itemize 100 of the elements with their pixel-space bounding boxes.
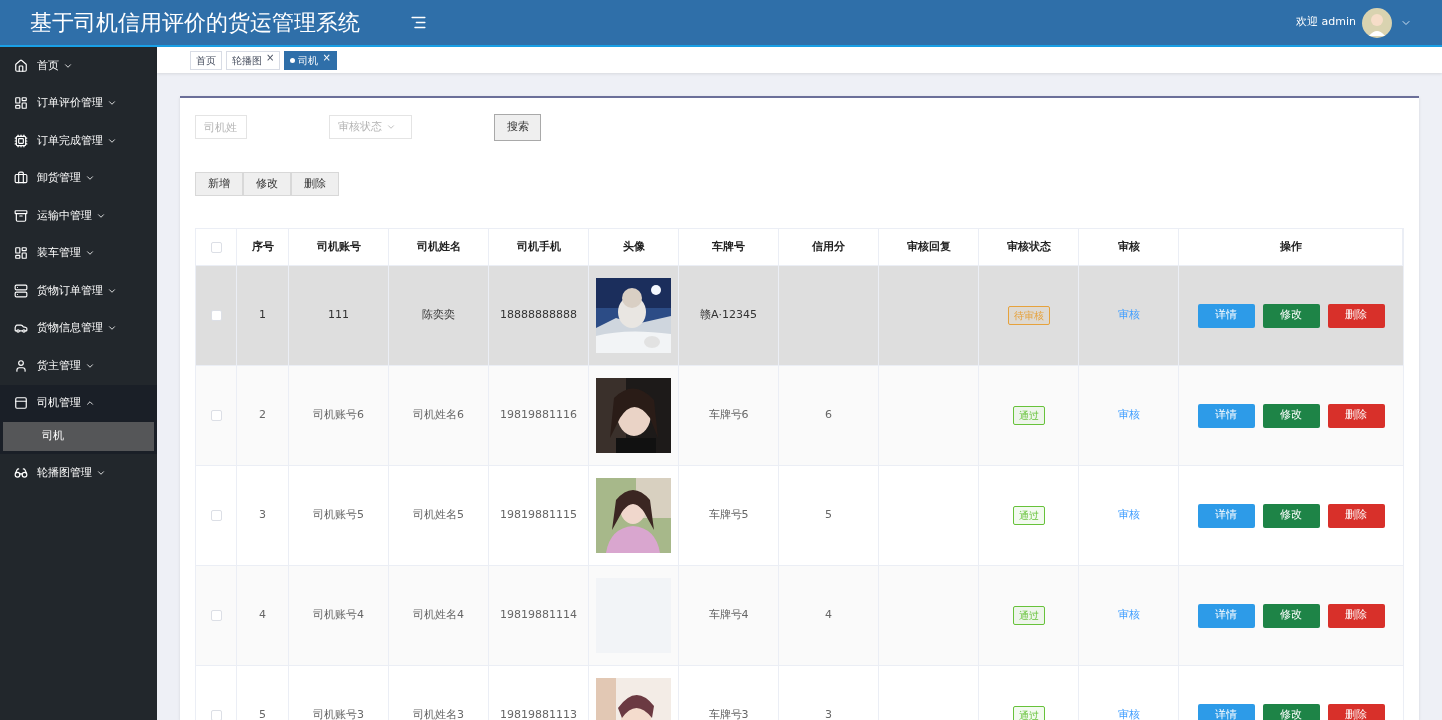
chevron-icon xyxy=(386,122,396,132)
sidebar-item[interactable]: 司机管理 xyxy=(0,384,157,422)
column-header: 司机账号 xyxy=(316,238,361,255)
action-button[interactable]: 修改 xyxy=(243,172,291,196)
delete-button[interactable]: 删除 xyxy=(1327,403,1385,428)
table-cell: 车牌号5 xyxy=(708,507,749,524)
status-tag: 通过 xyxy=(1012,706,1045,720)
layout-icon xyxy=(14,396,28,411)
table-cell: 5 xyxy=(259,707,266,720)
checkbox[interactable] xyxy=(210,510,222,521)
table-cell: 司机账号5 xyxy=(313,507,364,524)
status-tag: 通过 xyxy=(1012,606,1045,625)
table-cell: 19819881113 xyxy=(500,707,577,720)
review-link[interactable]: 审核 xyxy=(1117,607,1140,624)
tab[interactable]: 首页 xyxy=(190,50,222,70)
column-header: 司机手机 xyxy=(516,238,561,255)
archive-icon xyxy=(14,208,28,223)
checkbox[interactable] xyxy=(210,241,222,253)
table-cell: 司机账号3 xyxy=(313,707,364,720)
table-cell: 3 xyxy=(259,507,266,524)
name-search-field[interactable]: 司机姓 xyxy=(195,115,247,139)
app-title: 基于司机信用评价的货运管理系统 xyxy=(30,9,361,37)
table-cell: 陈奕奕 xyxy=(422,307,455,324)
home-icon xyxy=(14,58,28,73)
delete-button[interactable]: 删除 xyxy=(1327,603,1385,628)
table-cell: 4 xyxy=(259,607,266,624)
details-button[interactable]: 详情 xyxy=(1197,303,1255,328)
column-header: 车牌号 xyxy=(712,238,745,255)
sidebar-subitem[interactable]: 司机 xyxy=(3,422,154,451)
table-cell: 18888888888 xyxy=(500,307,577,324)
details-button[interactable]: 详情 xyxy=(1197,603,1255,628)
sidebar-item[interactable]: 订单评价管理 xyxy=(0,84,157,122)
edit-button[interactable]: 修改 xyxy=(1262,603,1320,628)
chip-icon xyxy=(14,133,28,148)
column-header: 操作 xyxy=(1279,238,1302,255)
column-header: 审核回复 xyxy=(906,238,951,255)
car-icon xyxy=(14,321,28,336)
action-button[interactable]: 删除 xyxy=(291,172,339,196)
table-cell: 19819881116 xyxy=(500,407,577,424)
tab[interactable]: 轮播图 × xyxy=(226,50,281,70)
dashboard-icon xyxy=(14,96,28,111)
table-cell: 111 xyxy=(328,307,349,324)
tab[interactable]: 司机 × xyxy=(284,50,337,70)
details-button[interactable]: 详情 xyxy=(1197,503,1255,528)
glasses-icon xyxy=(14,465,28,480)
checkbox[interactable] xyxy=(210,710,222,720)
checkbox[interactable] xyxy=(210,410,222,421)
column-header: 司机姓名 xyxy=(416,238,461,255)
column-header: 序号 xyxy=(251,238,274,255)
table-cell: 司机账号6 xyxy=(313,407,364,424)
edit-button[interactable]: 修改 xyxy=(1262,703,1320,720)
table-cell: 司机姓名6 xyxy=(413,407,464,424)
table-cell: 司机姓名4 xyxy=(413,607,464,624)
sidebar-item[interactable]: 轮播图管理 xyxy=(0,454,157,492)
search-button[interactable]: 搜索 xyxy=(494,113,541,141)
table-cell: 司机姓名5 xyxy=(413,507,464,524)
close-button[interactable]: × xyxy=(322,51,331,64)
briefcase-icon xyxy=(14,171,28,186)
column-header: 头像 xyxy=(622,238,645,255)
edit-button[interactable]: 修改 xyxy=(1262,303,1320,328)
sidebar-item[interactable]: 运输中管理 xyxy=(0,197,157,235)
sidebar-item[interactable]: 装车管理 xyxy=(0,234,157,272)
sidebar-item[interactable]: 卸货管理 xyxy=(0,159,157,197)
edit-button[interactable]: 修改 xyxy=(1262,503,1320,528)
details-button[interactable]: 详情 xyxy=(1197,403,1255,428)
details-button[interactable]: 详情 xyxy=(1197,703,1255,720)
table-cell: 19819881114 xyxy=(500,607,577,624)
sidebar-item[interactable]: 首页 xyxy=(0,47,157,85)
close-button[interactable]: × xyxy=(266,51,275,64)
table-cell: 2 xyxy=(259,407,266,424)
action-button[interactable]: 新增 xyxy=(195,172,243,196)
review-link[interactable]: 审核 xyxy=(1117,707,1140,720)
sidebar-item[interactable]: 货主管理 xyxy=(0,347,157,385)
dashboard-icon xyxy=(14,246,28,261)
table-cell: 赣A·12345 xyxy=(700,307,757,324)
table-cell: 6 xyxy=(825,407,832,424)
review-link[interactable]: 审核 xyxy=(1117,507,1140,524)
delete-button[interactable]: 删除 xyxy=(1327,303,1385,328)
table-cell: 司机姓名3 xyxy=(413,707,464,720)
edit-button[interactable]: 修改 xyxy=(1262,403,1320,428)
table-cell: 车牌号3 xyxy=(708,707,749,720)
sidebar-item[interactable]: 订单完成管理 xyxy=(0,122,157,160)
sidebar-item[interactable]: 货物信息管理 xyxy=(0,309,157,347)
table-cell: 5 xyxy=(825,507,832,524)
delete-button[interactable]: 删除 xyxy=(1327,503,1385,528)
user-icon xyxy=(14,358,28,373)
table-cell: 1 xyxy=(259,307,266,324)
delete-button[interactable]: 删除 xyxy=(1327,703,1385,720)
status-tag: 通过 xyxy=(1012,506,1045,525)
avatar[interactable] xyxy=(1362,7,1392,38)
status-tag: 通过 xyxy=(1012,406,1045,425)
server-icon xyxy=(14,283,28,298)
table-cell: 3 xyxy=(825,707,832,720)
sidebar-item[interactable]: 货物订单管理 xyxy=(0,272,157,310)
checkbox[interactable] xyxy=(210,310,222,321)
column-header: 信用分 xyxy=(812,238,845,255)
menu-icon[interactable] xyxy=(410,14,427,31)
checkbox[interactable] xyxy=(210,610,222,621)
review-link[interactable]: 审核 xyxy=(1117,407,1140,424)
table-cell: 车牌号6 xyxy=(708,407,749,424)
